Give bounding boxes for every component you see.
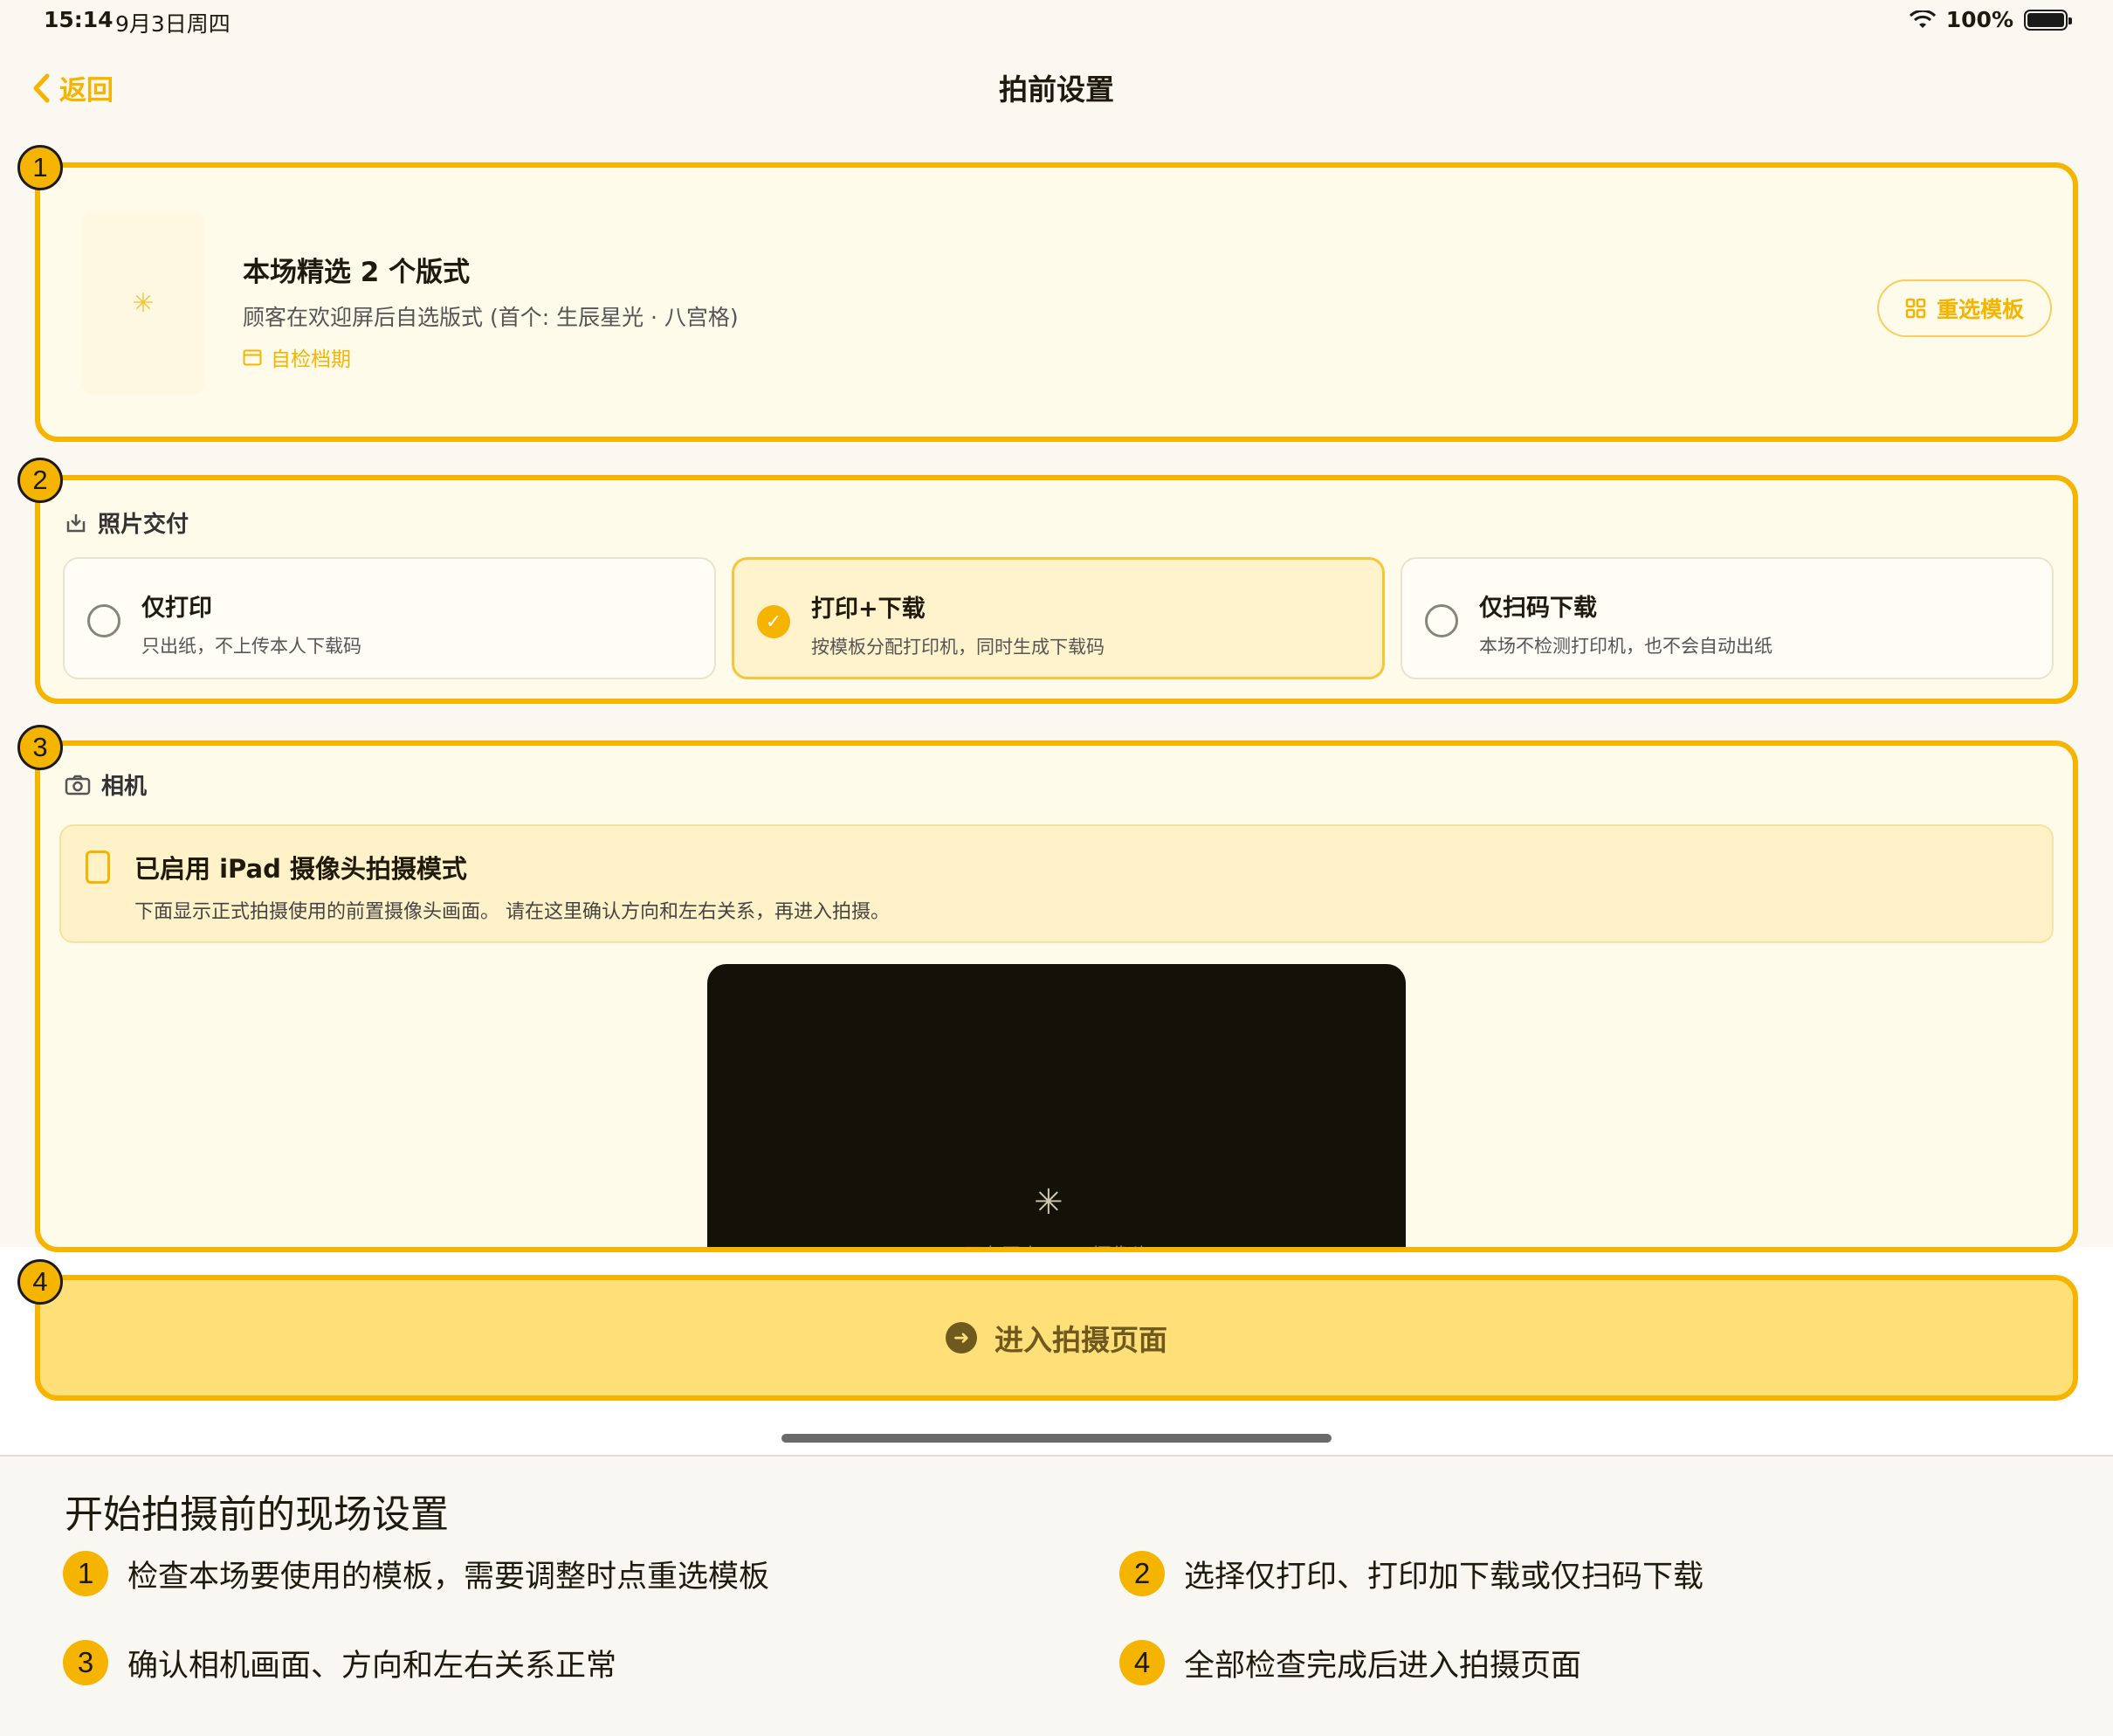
guide-text: 检查本场要使用的模板，需要调整时点重选模板 <box>127 1559 770 1595</box>
step-badge-2: 2 <box>17 458 63 503</box>
option-title: 仅扫码下载 <box>1479 595 1597 622</box>
status-indicators: 100% <box>1909 7 2072 32</box>
camera-status-text: 正在开启 iPad 摄像头 <box>707 1240 1406 1247</box>
template-title: 本场精选 2 个版式 <box>243 257 471 288</box>
grid-icon <box>1905 298 1926 319</box>
loading-spinner-icon: ✳ <box>132 287 155 319</box>
guide-item: 4 全部检查完成后进入拍摄页面 <box>1119 1640 1581 1685</box>
loading-spinner-icon: ✳ <box>1034 1182 1063 1223</box>
radio-unchecked-icon[interactable] <box>87 604 120 637</box>
guide-item: 1 检查本场要使用的模板，需要调整时点重选模板 <box>63 1551 769 1596</box>
status-date: 9月3日周四 <box>115 11 231 37</box>
setup-guide: 开始拍摄前的现场设置 1 检查本场要使用的模板，需要调整时点重选模板 2 选择仅… <box>0 1457 2113 1736</box>
radio-unchecked-icon[interactable] <box>1425 604 1458 637</box>
guide-text: 确认相机画面、方向和左右关系正常 <box>127 1648 617 1684</box>
camera-preview: ✳ 正在开启 iPad 摄像头 <box>707 964 1406 1247</box>
guide-text: 选择仅打印、打印加下载或仅扫码下载 <box>1184 1559 1704 1595</box>
step-badge-1: 1 <box>17 145 63 190</box>
camera-icon <box>65 775 91 795</box>
template-subtitle: 顾客在欢迎屏后自选版式 (首个: 生辰星光 · 八宫格) <box>243 305 739 330</box>
notice-title: 已启用 iPad 摄像头拍摄模式 <box>134 854 467 884</box>
ipad-camera-notice: 已启用 iPad 摄像头拍摄模式 下面显示正式拍摄使用的前置摄像头画面。 请在这… <box>59 824 2054 943</box>
guide-badge: 1 <box>63 1551 108 1596</box>
guide-badge: 3 <box>63 1640 108 1685</box>
guide-text: 全部检查完成后进入拍摄页面 <box>1184 1648 1582 1684</box>
reselect-template-label: 重选模板 <box>1936 297 2024 322</box>
battery-percent: 100% <box>1945 7 2013 32</box>
radio-checked-icon[interactable]: ✓ <box>757 605 790 638</box>
option-title: 打印+下载 <box>811 596 926 623</box>
notice-description: 下面显示正式拍摄使用的前置摄像头画面。 请在这里确认方向和左右关系，再进入拍摄。 <box>134 901 890 923</box>
enter-shooting-section: ➜ 进入拍摄页面 <box>35 1275 2078 1401</box>
option-print-only[interactable]: 仅打印 只出纸，不上传本人下载码 <box>63 557 716 679</box>
guide-item: 3 确认相机画面、方向和左右关系正常 <box>63 1640 616 1685</box>
guide-item: 2 选择仅打印、打印加下载或仅扫码下载 <box>1119 1551 1703 1596</box>
option-title: 仅打印 <box>141 595 212 622</box>
battery-icon <box>2024 9 2072 31</box>
step-badge-4: 4 <box>17 1259 63 1305</box>
reselect-template-button[interactable]: 重选模板 <box>1877 279 2052 337</box>
camera-heading: 相机 <box>65 768 147 801</box>
navigation-bar: 返回 拍前设置 <box>0 54 2113 117</box>
photo-delivery-heading: 照片交付 <box>65 506 189 539</box>
enter-shooting-label: 进入拍摄页面 <box>995 1323 1167 1357</box>
guide-title: 开始拍摄前的现场设置 <box>65 1492 449 1537</box>
self-check-schedule-label: 自检档期 <box>271 348 351 371</box>
option-description: 本场不检测打印机，也不会自动出纸 <box>1479 636 1772 657</box>
home-indicator[interactable] <box>781 1434 1332 1443</box>
option-print-and-download[interactable]: ✓ 打印+下载 按模板分配打印机，同时生成下载码 <box>732 557 1385 679</box>
page-title: 拍前设置 <box>999 72 1114 107</box>
status-time: 15:14 <box>44 7 114 32</box>
option-description: 只出纸，不上传本人下载码 <box>141 636 361 657</box>
camera-title: 相机 <box>101 774 148 800</box>
step-badge-3: 3 <box>17 725 63 770</box>
template-section: ✳ 本场精选 2 个版式 顾客在欢迎屏后自选版式 (首个: 生辰星光 · 八宫格… <box>35 162 2078 442</box>
self-check-schedule-link[interactable]: 自检档期 <box>243 342 351 372</box>
download-icon <box>66 513 86 532</box>
enter-shooting-page-button[interactable]: ➜ 进入拍摄页面 <box>40 1280 2073 1395</box>
status-bar: 15:14 9月3日周四 100% <box>0 0 2113 42</box>
camera-section: 相机 已启用 iPad 摄像头拍摄模式 下面显示正式拍摄使用的前置摄像头画面。 … <box>35 741 2078 1252</box>
photo-delivery-section: 照片交付 仅打印 只出纸，不上传本人下载码 ✓ 打印+下载 按模板分配打印机，同… <box>35 475 2078 704</box>
calendar-icon <box>243 349 262 366</box>
option-scan-download-only[interactable]: 仅扫码下载 本场不检测打印机，也不会自动出纸 <box>1401 557 2054 679</box>
arrow-right-circle-icon: ➜ <box>946 1322 977 1354</box>
ipad-icon <box>86 851 110 884</box>
guide-badge: 2 <box>1119 1551 1165 1596</box>
option-description: 按模板分配打印机，同时生成下载码 <box>811 637 1105 658</box>
photo-delivery-title: 照片交付 <box>98 512 189 538</box>
template-thumbnail: ✳ <box>82 211 204 395</box>
guide-badge: 4 <box>1119 1640 1165 1685</box>
wifi-icon <box>1909 10 1936 28</box>
